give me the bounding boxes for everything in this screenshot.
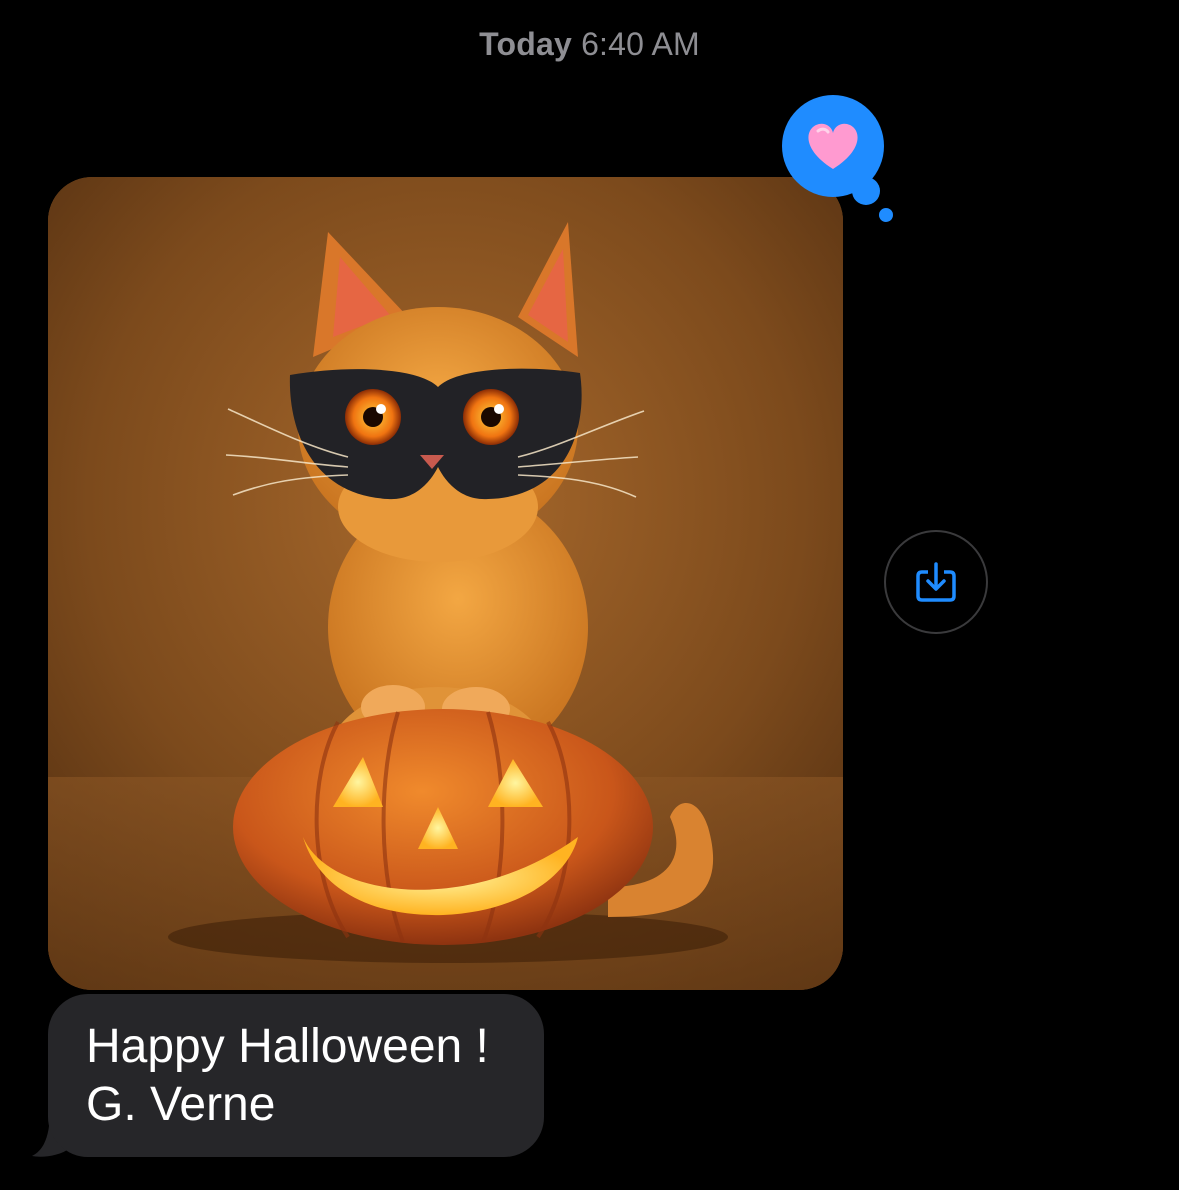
cat-pumpkin-illustration [48,177,843,990]
download-to-tray-icon [916,562,956,602]
heart-tapback-icon [782,95,893,222]
messages-conversation: Today 6:40 AM Happy Halloween ! G. Verne [0,0,1179,1190]
timestamp-day: Today [479,26,572,62]
message-timestamp: Today 6:40 AM [0,26,1179,63]
timestamp-time: 6:40 AM [581,26,700,62]
tapback-reaction[interactable] [782,95,894,225]
image-attachment[interactable] [48,177,843,990]
save-image-button[interactable] [884,530,988,634]
received-message-bubble[interactable]: Happy Halloween ! G. Verne [48,994,544,1157]
message-text-line-1: Happy Halloween ! [86,1020,489,1073]
message-text-line-2: G. Verne [86,1078,276,1131]
